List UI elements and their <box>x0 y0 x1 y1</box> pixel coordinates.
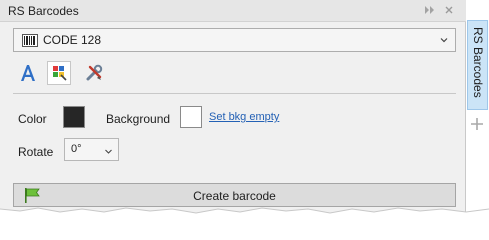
rotate-value: 0° <box>71 143 82 155</box>
barcode-icon <box>22 34 38 47</box>
background-label: Background <box>106 112 171 126</box>
rs-barcodes-panel: RS Barcodes CODE 128 Color Background Se… <box>0 0 466 214</box>
tools-icon <box>82 64 106 88</box>
text-format-button[interactable] <box>16 61 40 85</box>
panel-header: RS Barcodes <box>0 0 466 22</box>
torn-edge <box>0 207 489 227</box>
create-barcode-button[interactable]: Create barcode <box>13 183 456 207</box>
plus-icon[interactable] <box>470 117 484 131</box>
tools-button[interactable] <box>82 61 106 85</box>
chevron-down-icon <box>104 145 113 154</box>
rotate-label: Rotate <box>18 145 54 159</box>
chevron-down-icon <box>439 34 449 44</box>
side-tab-rs-barcodes[interactable]: RS Barcodes <box>467 20 488 110</box>
set-bkg-empty-link[interactable]: Set bkg empty <box>209 111 279 123</box>
double-chevron-right-icon[interactable] <box>424 4 436 16</box>
color-label: Color <box>18 112 47 126</box>
create-barcode-label: Create barcode <box>193 189 276 203</box>
panel-title: RS Barcodes <box>8 4 79 18</box>
color-swatch[interactable] <box>63 106 85 128</box>
color-settings-button[interactable] <box>47 61 71 85</box>
text-format-icon <box>16 65 40 88</box>
barcode-type-dropdown[interactable]: CODE 128 <box>13 28 456 52</box>
barcode-type-value: CODE 128 <box>43 33 102 47</box>
divider <box>13 93 456 94</box>
background-swatch[interactable] <box>180 106 202 128</box>
side-tab-label: RS Barcodes <box>471 27 485 98</box>
rotate-select[interactable]: 0° <box>64 138 119 161</box>
color-palette-icon <box>48 66 70 87</box>
close-icon[interactable] <box>443 4 455 16</box>
